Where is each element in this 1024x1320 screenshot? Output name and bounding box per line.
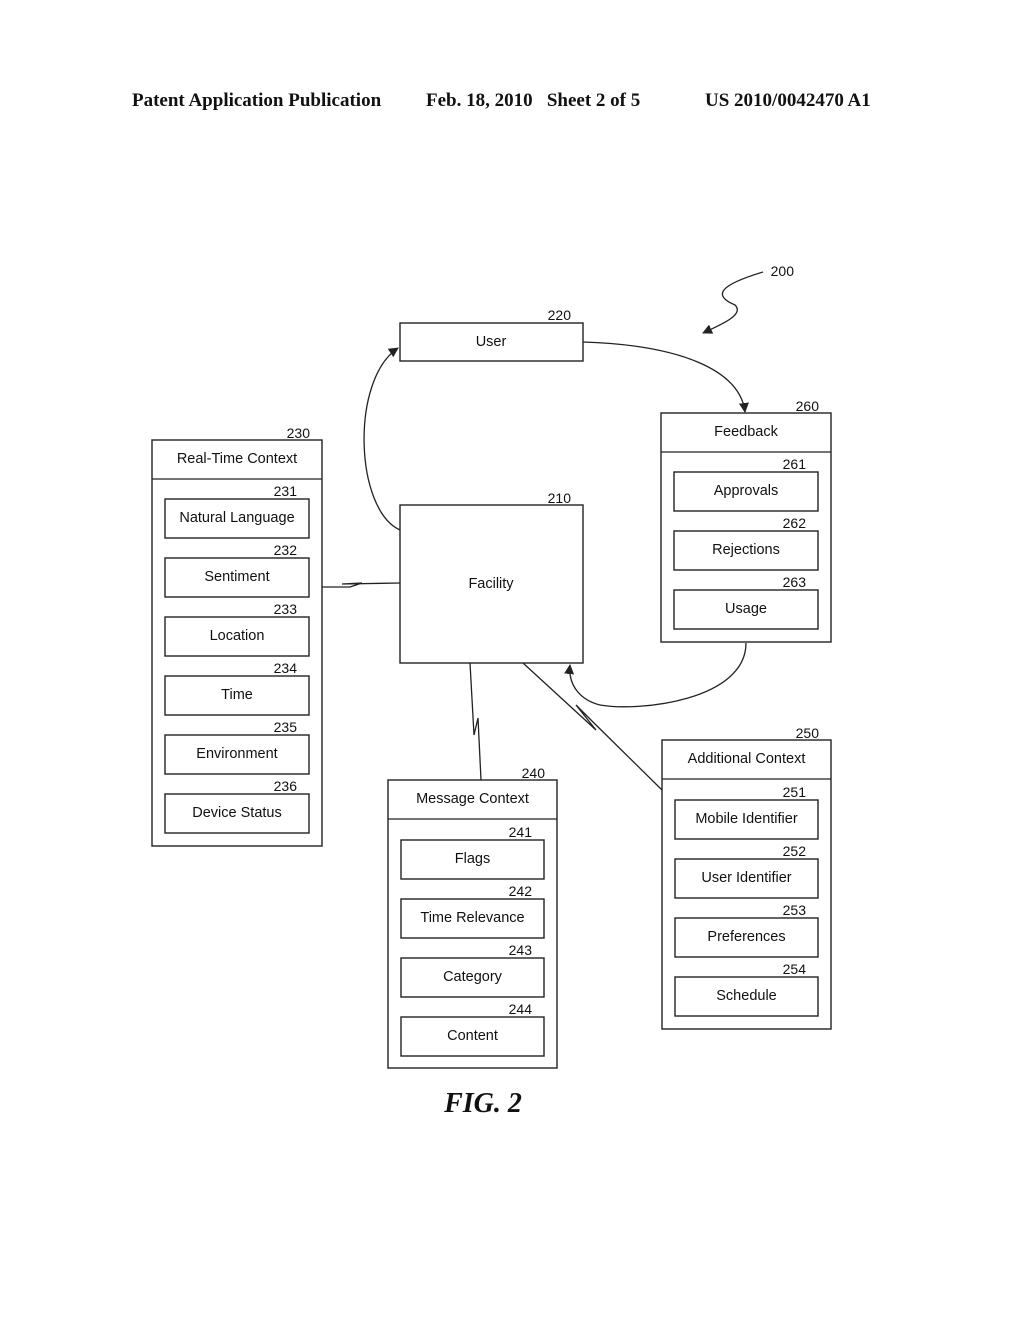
additional-item-label: Preferences <box>707 929 785 945</box>
additional-item-ref: 253 <box>783 902 807 918</box>
feedback-item-ref: 262 <box>783 515 807 531</box>
additional-title: Additional Context <box>688 751 806 767</box>
feedback-item-label: Usage <box>725 601 767 617</box>
additional-item-ref: 251 <box>783 784 807 800</box>
connection-feedback-to-facility <box>564 642 747 708</box>
message-item-label: Content <box>447 1028 498 1044</box>
realtime-title: Real-Time Context <box>177 451 297 467</box>
realtime-item-ref: 236 <box>274 778 298 794</box>
user-ref: 220 <box>548 307 572 323</box>
message-item-ref: 243 <box>509 942 533 958</box>
connection-facility-to-user <box>363 347 401 531</box>
connection-realtime-to-facility <box>322 582 401 588</box>
facility-node: Facility 210 <box>399 490 584 664</box>
message-item-label: Flags <box>455 851 490 867</box>
realtime-item-label: Sentiment <box>204 569 269 585</box>
user-label: User <box>476 334 507 350</box>
feedback-ref: 260 <box>796 398 820 414</box>
message-item-ref: 244 <box>509 1001 533 1017</box>
realtime-item-label: Natural Language <box>179 510 294 526</box>
facility-ref: 210 <box>548 490 572 506</box>
connection-message-to-facility <box>469 662 482 781</box>
message-title: Message Context <box>416 791 529 807</box>
message-item-label: Time Relevance <box>420 910 524 926</box>
figure-ref-arrow <box>702 271 764 334</box>
realtime-ref: 230 <box>287 425 311 441</box>
user-node: User 220 <box>399 307 584 362</box>
additional-item-ref: 252 <box>783 843 807 859</box>
realtime-item-label: Device Status <box>192 805 281 821</box>
message-group: Message Context 240 Flags 241 Time Relevance… <box>387 765 558 1069</box>
feedback-item-ref: 263 <box>783 574 807 590</box>
feedback-title: Feedback <box>714 424 778 440</box>
additional-item-ref: 254 <box>783 961 807 977</box>
message-ref: 240 <box>522 765 546 781</box>
realtime-item-label: Time <box>221 687 253 703</box>
figure-ref-label: 200 <box>771 263 795 279</box>
facility-label: Facility <box>468 576 514 592</box>
figure-caption: FIG. 2 <box>444 1088 522 1119</box>
additional-item-label: Mobile Identifier <box>695 811 798 827</box>
additional-ref: 250 <box>796 725 820 741</box>
additional-group: Additional Context 250 Mobile Identifier 25… <box>661 725 832 1030</box>
message-item-ref: 242 <box>509 883 533 899</box>
realtime-item-ref: 235 <box>274 719 298 735</box>
realtime-item-ref: 231 <box>274 483 298 499</box>
feedback-item-ref: 261 <box>783 456 807 472</box>
feedback-group: Feedback 260 Approvals 261 Rejections262 Usag… <box>660 398 832 643</box>
connection-user-to-feedback <box>582 341 749 413</box>
realtime-item-ref: 234 <box>274 660 298 676</box>
realtime-group: Real-Time Context 230 Natural Language 231 S… <box>151 425 323 847</box>
feedback-item-label: Approvals <box>714 483 778 499</box>
message-item-label: Category <box>443 969 503 985</box>
additional-item-label: Schedule <box>716 988 776 1004</box>
realtime-item-label: Location <box>210 628 265 644</box>
realtime-item-ref: 233 <box>274 601 298 617</box>
realtime-item-label: Environment <box>196 746 277 762</box>
feedback-item-label: Rejections <box>712 542 780 558</box>
additional-item-label: User Identifier <box>701 870 791 886</box>
realtime-item-ref: 232 <box>274 542 298 558</box>
diagram: 200 User 220 Facility 210 Real-Time Cont… <box>151 263 832 1069</box>
message-item-ref: 241 <box>509 824 533 840</box>
